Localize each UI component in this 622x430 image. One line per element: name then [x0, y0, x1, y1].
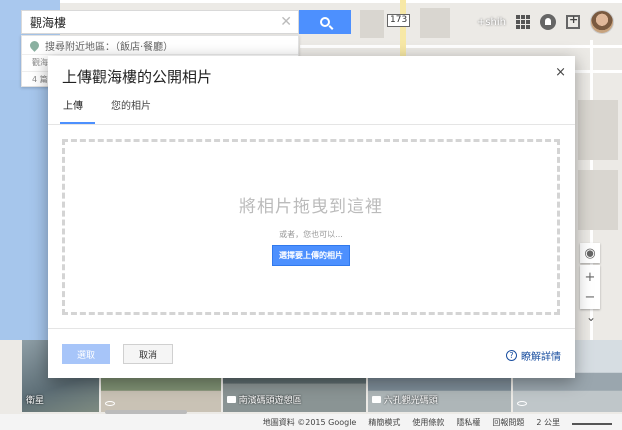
map-water: [0, 80, 48, 340]
divider: [48, 124, 575, 125]
lite-mode-link[interactable]: 精簡模式: [368, 417, 400, 428]
drop-zone-text: 將相片拖曳到這裡: [239, 197, 383, 217]
map-road: [60, 0, 622, 3]
share-icon[interactable]: [566, 13, 580, 29]
panorama-icon: [105, 401, 116, 406]
notifications-icon[interactable]: [540, 14, 556, 30]
route-shield: 173: [387, 14, 411, 27]
search-icon: [320, 17, 330, 27]
thumb-caption: [516, 401, 527, 406]
thumb-caption: 衛星: [26, 396, 45, 406]
map-block: [420, 8, 450, 38]
search-input-value: 觀海樓: [30, 15, 67, 30]
search-input[interactable]: 觀海樓 ✕: [21, 10, 299, 34]
scale-label[interactable]: 2 公里: [536, 417, 560, 428]
cancel-button[interactable]: 取消: [123, 344, 173, 364]
choose-photos-button[interactable]: 選擇要上傳的相片: [272, 245, 350, 266]
thumb-caption: [105, 401, 116, 406]
nearby-suggestion[interactable]: 搜尋附近地區：（飯店·餐廳）: [22, 36, 298, 54]
tab-upload[interactable]: 上傳: [60, 98, 95, 124]
learn-more-link[interactable]: ? 瞭解詳情: [506, 348, 561, 363]
avatar[interactable]: [590, 10, 614, 34]
location-pin-icon: [28, 38, 41, 52]
chevron-down-icon[interactable]: ⌄: [586, 310, 596, 324]
map-data-credit: 地圖資料 ©2015 Google: [262, 417, 357, 427]
camera-icon: [226, 396, 236, 403]
account-bar: +shih: [477, 8, 614, 36]
search-button[interactable]: [299, 10, 351, 34]
dialog-tabs: 上傳 您的相片: [60, 98, 179, 124]
nearby-suggestion-text: 搜尋附近地區：（飯店·餐廳）: [45, 41, 174, 53]
close-icon[interactable]: ×: [555, 65, 566, 80]
thumb-caption: 六孔觀光碼頭: [371, 393, 438, 406]
map-road: [300, 45, 622, 48]
scale-bar: [572, 419, 612, 425]
camera-icon: [371, 396, 381, 403]
tab-your-photos[interactable]: 您的相片: [109, 98, 165, 124]
select-button[interactable]: 選取: [62, 344, 110, 364]
thumb-caption: 南濱碼頭遊憩區: [226, 393, 302, 406]
report-problem-link[interactable]: 回報問題: [492, 417, 524, 428]
zoom-controls: + −: [580, 265, 600, 309]
privacy-link[interactable]: 隱私權: [456, 417, 480, 428]
divider: [48, 328, 575, 329]
map-road: [575, 70, 622, 73]
place-label: +shih: [476, 16, 506, 28]
panorama-icon: [516, 401, 527, 406]
map-controls: ◉ + −: [580, 243, 600, 311]
learn-more-text: 瞭解詳情: [521, 352, 561, 363]
dialog-title: 上傳觀海樓的公開相片: [62, 68, 213, 86]
search-box: 觀海樓 ✕: [21, 10, 351, 34]
map-block: [578, 100, 618, 160]
help-icon: ?: [506, 350, 517, 361]
apps-grid-icon[interactable]: [516, 15, 530, 29]
terms-link[interactable]: 使用條款: [412, 417, 444, 428]
clear-icon[interactable]: ✕: [280, 14, 292, 30]
upload-photo-dialog: 上傳觀海樓的公開相片 × 上傳 您的相片 將相片拖曳到這裡 或者，您也可以...…: [48, 56, 575, 378]
map-footer: 地圖資料 ©2015 Google 精簡模式 使用條款 隱私權 回報問題 2 公…: [0, 414, 622, 430]
or-text: 或者，您也可以...: [279, 230, 343, 239]
zoom-in-button[interactable]: +: [585, 267, 596, 287]
compass-icon: ◉: [584, 245, 596, 261]
map-block: [578, 170, 618, 230]
zoom-out-button[interactable]: −: [585, 287, 596, 307]
map-block: [360, 10, 384, 38]
my-location-button[interactable]: ◉: [580, 243, 600, 263]
drop-zone[interactable]: 將相片拖曳到這裡 或者，您也可以... 選擇要上傳的相片: [62, 139, 560, 315]
